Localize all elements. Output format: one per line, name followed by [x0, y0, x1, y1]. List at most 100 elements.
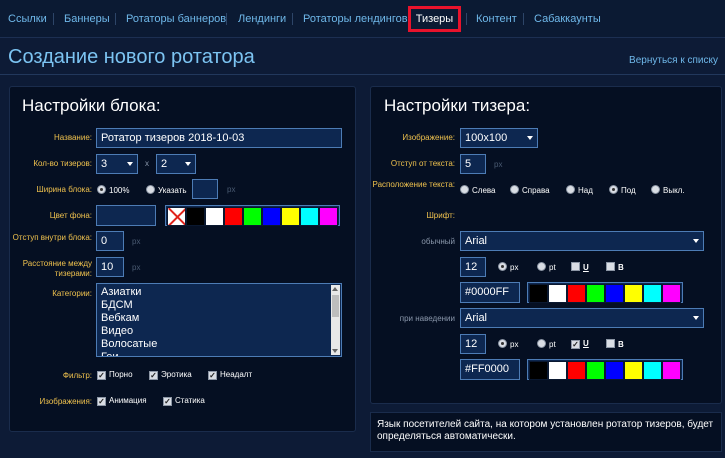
- radio-icon: [146, 185, 155, 194]
- filter-erotic-checkbox[interactable]: ✓ Эротика: [149, 370, 192, 380]
- font-normal-underline-checkbox[interactable]: U: [571, 262, 589, 273]
- width-label: Ширина блока:: [36, 185, 92, 194]
- text-pos-below-radio[interactable]: Под: [609, 185, 636, 196]
- no-color-swatch[interactable]: [167, 207, 186, 226]
- filter-porn-label: Порно: [109, 370, 133, 379]
- nav-separator: [292, 13, 293, 25]
- teaser-settings-title: Настройки тизера:: [384, 96, 531, 115]
- color-swatch[interactable]: [205, 207, 224, 226]
- nav-landings[interactable]: Лендинги: [238, 12, 286, 26]
- bg-color-input[interactable]: [96, 205, 156, 226]
- font-hover-color-input[interactable]: #FF0000: [460, 359, 520, 380]
- color-swatch[interactable]: [624, 284, 643, 303]
- checkmark-icon: ✓: [97, 397, 106, 406]
- color-swatch[interactable]: [586, 361, 605, 380]
- font-hover-size-input[interactable]: 12: [460, 334, 486, 354]
- color-swatch[interactable]: [281, 207, 300, 226]
- category-option[interactable]: Волосатые: [97, 338, 341, 351]
- radio-icon: [566, 185, 575, 194]
- filter-porn-checkbox[interactable]: ✓ Порно: [97, 370, 133, 380]
- images-animation-checkbox[interactable]: ✓ Анимация: [97, 396, 147, 406]
- count-cols-select[interactable]: 3: [96, 154, 138, 174]
- nav-teasers-active[interactable]: Тизеры: [408, 6, 461, 32]
- font-normal-bold-checkbox[interactable]: B: [606, 262, 624, 273]
- category-option[interactable]: Вебкам: [97, 312, 341, 325]
- font-hover-px-radio[interactable]: px: [498, 339, 518, 350]
- width-custom-radio[interactable]: Указать: [146, 185, 187, 196]
- count-rows-select[interactable]: 2: [156, 154, 196, 174]
- category-option[interactable]: Азиатки: [97, 286, 341, 299]
- width-custom-input[interactable]: [192, 179, 218, 199]
- scroll-up-icon[interactable]: [332, 287, 338, 291]
- nav-subaccounts[interactable]: Сабаккаунты: [534, 12, 601, 26]
- color-swatch[interactable]: [624, 361, 643, 380]
- font-hover-px-label: px: [510, 340, 519, 349]
- text-offset-input[interactable]: 5: [460, 154, 486, 174]
- scroll-down-icon[interactable]: [332, 349, 338, 353]
- font-normal-px-radio[interactable]: px: [498, 262, 518, 273]
- divider: [0, 74, 725, 75]
- images-static-checkbox[interactable]: ✓ Статика: [163, 396, 205, 406]
- nav-banners[interactable]: Баннеры: [64, 12, 110, 26]
- spacing-input[interactable]: 10: [96, 257, 124, 277]
- image-size-select[interactable]: 100x100: [460, 128, 538, 148]
- name-input[interactable]: Ротатор тизеров 2018-10-03: [96, 128, 342, 148]
- font-normal-color-input[interactable]: #0000FF: [460, 282, 520, 303]
- padding-label: Отступ внутри блока:: [12, 233, 92, 242]
- font-hover-underline-checkbox[interactable]: ✓ U: [571, 339, 589, 349]
- category-option[interactable]: Видео: [97, 325, 341, 338]
- categories-listbox[interactable]: Азиатки БДСМ Вебкам Видео Волосатые Геи: [96, 283, 342, 357]
- color-swatch[interactable]: [243, 207, 262, 226]
- chevron-down-icon: [527, 136, 533, 140]
- filter-erotic-label: Эротика: [161, 370, 192, 379]
- text-pos-left-radio[interactable]: Слева: [460, 185, 496, 196]
- scrollbar[interactable]: [331, 285, 340, 355]
- name-label: Название:: [54, 133, 92, 142]
- checkmark-icon: ✓: [208, 371, 217, 380]
- color-swatch[interactable]: [300, 207, 319, 226]
- color-swatch[interactable]: [605, 361, 624, 380]
- color-swatch[interactable]: [262, 207, 281, 226]
- filter-nonadult-checkbox[interactable]: ✓ Неадалт: [208, 370, 252, 380]
- color-swatch[interactable]: [643, 361, 662, 380]
- color-swatch[interactable]: [586, 284, 605, 303]
- color-swatch[interactable]: [224, 207, 243, 226]
- scroll-thumb[interactable]: [332, 295, 339, 317]
- text-offset-unit: px: [494, 160, 503, 169]
- radio-checked-icon: [609, 185, 618, 194]
- font-normal-select[interactable]: Arial: [460, 231, 704, 251]
- width-custom-label: Указать: [158, 186, 187, 195]
- nav-content[interactable]: Контент: [476, 12, 517, 26]
- color-swatch[interactable]: [567, 361, 586, 380]
- nav-landing-rotators[interactable]: Ротаторы лендингов: [303, 12, 408, 26]
- color-swatch[interactable]: [662, 361, 681, 380]
- color-swatch[interactable]: [605, 284, 624, 303]
- text-pos-above-label: Над: [578, 186, 593, 195]
- color-swatch[interactable]: [529, 284, 548, 303]
- color-swatch[interactable]: [548, 361, 567, 380]
- width-full-radio[interactable]: 100%: [97, 185, 129, 196]
- text-pos-above-radio[interactable]: Над: [566, 185, 593, 196]
- font-hover-pt-radio[interactable]: pt: [537, 339, 556, 350]
- color-swatch[interactable]: [529, 361, 548, 380]
- page-title: Создание нового ротатора: [8, 46, 255, 68]
- color-swatch[interactable]: [643, 284, 662, 303]
- text-pos-off-radio[interactable]: Выкл.: [651, 185, 685, 196]
- back-to-list-link[interactable]: Вернуться к списку: [629, 55, 718, 66]
- category-option[interactable]: Геи: [97, 351, 341, 356]
- font-hover-bold-checkbox[interactable]: B: [606, 339, 624, 350]
- color-swatch[interactable]: [567, 284, 586, 303]
- nav-links[interactable]: Ссылки: [8, 12, 47, 26]
- color-swatch[interactable]: [319, 207, 338, 226]
- category-option[interactable]: БДСМ: [97, 299, 341, 312]
- color-swatch[interactable]: [662, 284, 681, 303]
- text-pos-right-radio[interactable]: Справа: [510, 185, 550, 196]
- padding-input[interactable]: 0: [96, 231, 124, 251]
- nav-banner-rotators[interactable]: Ротаторы баннеров: [126, 12, 226, 26]
- nav-separator: [53, 13, 54, 25]
- font-normal-size-input[interactable]: 12: [460, 257, 486, 277]
- color-swatch[interactable]: [186, 207, 205, 226]
- color-swatch[interactable]: [548, 284, 567, 303]
- font-hover-select[interactable]: Arial: [460, 308, 704, 328]
- font-normal-pt-radio[interactable]: pt: [537, 262, 556, 273]
